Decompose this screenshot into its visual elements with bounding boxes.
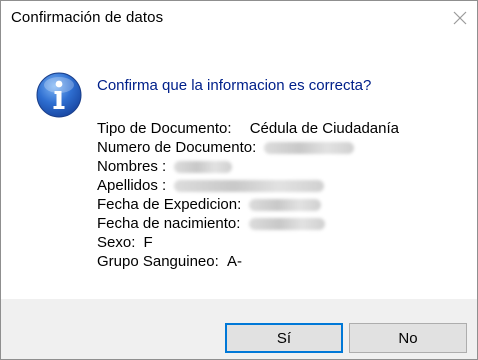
redacted-value bbox=[248, 218, 325, 231]
dialog-content: Confirma que la informacion es correcta?… bbox=[1, 37, 477, 299]
field-value: F bbox=[143, 234, 153, 251]
field-grupo-sanguineo: Grupo Sanguineo: A- bbox=[97, 252, 399, 271]
field-label: Fecha de nacimiento: bbox=[97, 215, 241, 232]
field-apellidos: Apellidos : bbox=[97, 176, 399, 195]
field-tipo-documento: Tipo de Documento: Cédula de Ciudadanía bbox=[97, 119, 399, 138]
field-numero-documento: Numero de Documento: bbox=[97, 138, 399, 157]
window-title: Confirmación de datos bbox=[11, 9, 164, 26]
field-fecha-expedicion: Fecha de Expedicion: bbox=[97, 195, 399, 214]
yes-button[interactable]: Sí bbox=[225, 323, 343, 353]
close-button[interactable] bbox=[445, 3, 475, 33]
field-fecha-nacimiento: Fecha de nacimiento: bbox=[97, 214, 399, 233]
field-label: Grupo Sanguineo: bbox=[97, 253, 219, 270]
field-value: A- bbox=[226, 253, 242, 270]
field-label: Nombres : bbox=[97, 158, 167, 175]
field-nombres: Nombres : bbox=[97, 157, 399, 176]
title-bar: Confirmación de datos bbox=[1, 1, 477, 37]
redacted-value bbox=[174, 161, 233, 174]
redacted-value bbox=[264, 142, 355, 155]
data-fields: Tipo de Documento: Cédula de Ciudadanía … bbox=[97, 119, 399, 271]
info-icon bbox=[36, 72, 82, 118]
confirmation-question: Confirma que la informacion es correcta? bbox=[97, 77, 372, 94]
field-label: Fecha de Expedicion: bbox=[97, 196, 242, 213]
field-value: Cédula de Ciudadanía bbox=[249, 120, 399, 137]
field-label: Apellidos : bbox=[97, 177, 167, 194]
field-sexo: Sexo: F bbox=[97, 233, 399, 252]
close-icon bbox=[453, 11, 467, 25]
field-label: Tipo de Documento: bbox=[97, 120, 232, 137]
no-button[interactable]: No bbox=[349, 323, 467, 353]
redacted-value bbox=[174, 180, 325, 193]
redacted-value bbox=[249, 199, 322, 212]
field-label: Sexo: bbox=[97, 234, 136, 251]
field-label: Numero de Documento: bbox=[97, 139, 257, 156]
button-bar: Sí No bbox=[1, 299, 477, 359]
dialog-window: Confirmación de datos Confirma que la in… bbox=[0, 0, 478, 360]
